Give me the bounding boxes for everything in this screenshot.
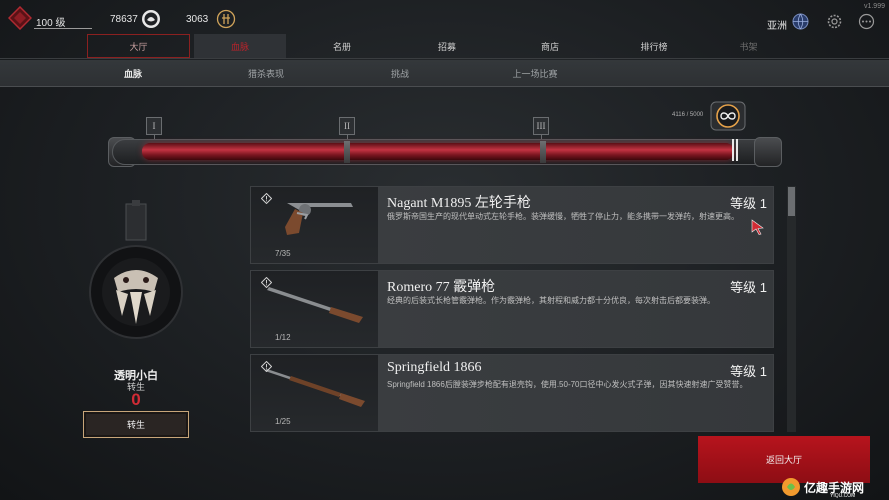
- prestige-count: 0: [131, 390, 141, 409]
- tab-leaderboard[interactable]: 排行榜: [604, 34, 704, 58]
- unlock-count: 1/25: [275, 417, 291, 426]
- tube-joint: [344, 141, 350, 163]
- scrollbar-thumb[interactable]: [788, 187, 795, 216]
- subtab-challenges[interactable]: 挑战: [370, 60, 430, 86]
- progress-readout: 4116 / 5000: [672, 112, 704, 118]
- stage-marker-1: I: [146, 117, 162, 135]
- weapon-description: 俄罗斯帝国生产的现代单动式左轮手枪。装弹缓慢，牺牲了停止力，能多携带一发弹药，射…: [387, 212, 739, 221]
- subtab-last-match[interactable]: 上一场比赛: [500, 60, 570, 86]
- version-label: v1.999: [863, 3, 885, 10]
- shotgun-icon: [267, 287, 363, 323]
- stage-marker-2: II: [339, 117, 355, 135]
- hunt-dollars-amount: 3063: [186, 14, 209, 25]
- weapon-description: 经典的后装式长枪管霰弹枪。作为霰弹枪，其射程和威力都十分优良，每次射击后都要装弹…: [387, 296, 715, 305]
- weapon-info: Romero 77 霰弹枪 等级 1 经典的后装式长枪管霰弹枪。作为霰弹枪，其射…: [378, 271, 773, 347]
- blood-drop-icon[interactable]: [141, 9, 161, 29]
- unlock-count: 7/35: [275, 249, 291, 258]
- weapon-info: Springfield 1866 等级 1 Springfield 1866后膛…: [378, 355, 773, 431]
- progress-marker-icon: [732, 139, 738, 161]
- sub-tabs: 血脉 猎杀表现 挑战 上一场比赛: [0, 60, 889, 86]
- tab-store[interactable]: 商店: [500, 34, 600, 58]
- rank-emblem-icon[interactable]: [8, 6, 32, 30]
- unlock-count: 1/12: [275, 333, 291, 342]
- tab-bloodline[interactable]: 血脉: [194, 34, 286, 58]
- tab-lobby[interactable]: 大厅: [87, 34, 190, 58]
- subtab-hunt-performance[interactable]: 猎杀表现: [230, 60, 302, 86]
- prestige-button[interactable]: 转生: [83, 411, 189, 438]
- weapon-thumbnail: 1/25: [251, 355, 378, 431]
- stage-marker-3: III: [533, 117, 549, 135]
- blood-bond-amount: 78637: [110, 14, 138, 25]
- list-item[interactable]: 7/35 Nagant M1895 左轮手枪 等级 1 俄罗斯帝国生产的现代单动…: [250, 186, 774, 264]
- weapon-thumbnail: 7/35: [251, 187, 378, 263]
- more-icon[interactable]: [858, 13, 875, 30]
- rifle-icon: [265, 369, 365, 407]
- watermark-url: YIQU.COM: [830, 493, 856, 499]
- list-item[interactable]: 1/25 Springfield 1866 等级 1 Springfield 1…: [250, 354, 774, 432]
- region-selector[interactable]: 亚洲: [767, 17, 787, 32]
- tube-joint: [540, 141, 546, 163]
- top-bar: 100 级 78637 3063 亚洲 v1.999: [0, 0, 889, 36]
- revolver-icon: [285, 203, 353, 235]
- bounty-token-icon[interactable]: [216, 9, 236, 29]
- weapon-name: Springfield 1866: [387, 360, 482, 375]
- weapon-name: Nagant M1895 左轮手枪: [387, 196, 531, 211]
- tab-recruit[interactable]: 招募: [398, 34, 496, 58]
- tab-book[interactable]: 书架: [706, 34, 791, 58]
- weapon-description: Springfield 1866后膛装弹步枪配有退壳钩，使用.50-70口径中心…: [387, 380, 748, 389]
- bloodline-emblem-icon: [89, 200, 183, 339]
- bloodline-progress: I II III 4116 / 5000: [108, 95, 784, 180]
- globe-icon[interactable]: [792, 13, 809, 30]
- infinity-icon[interactable]: [710, 99, 746, 133]
- unlock-info-icon: [261, 361, 272, 372]
- weapon-info: Nagant M1895 左轮手枪 等级 1 俄罗斯帝国生产的现代单动式左轮手枪…: [378, 187, 773, 263]
- level-progress-line: [34, 28, 92, 29]
- weapon-thumbnail: 1/12: [251, 271, 378, 347]
- progress-fill: [142, 143, 734, 160]
- mouse-cursor-icon: [751, 219, 764, 235]
- main-tabs: 大厅 血脉 名册 招募 商店 排行榜 书架: [80, 34, 889, 58]
- tab-roster[interactable]: 名册: [294, 34, 390, 58]
- player-level: 100 级: [36, 18, 66, 29]
- unlock-info-icon: [261, 193, 272, 204]
- subtab-bloodline[interactable]: 血脉: [100, 60, 166, 86]
- unlock-info-icon: [261, 277, 272, 288]
- list-item[interactable]: 1/12 Romero 77 霰弹枪 等级 1 经典的后装式长枪管霰弹枪。作为霰…: [250, 270, 774, 348]
- weapon-name: Romero 77 霰弹枪: [387, 280, 496, 295]
- tab-divider: [0, 58, 889, 59]
- unlock-list: 7/35 Nagant M1895 左轮手枪 等级 1 俄罗斯帝国生产的现代单动…: [250, 186, 774, 432]
- subtab-divider: [0, 86, 889, 87]
- tube-right-cap: [754, 137, 782, 167]
- settings-icon[interactable]: [826, 13, 843, 30]
- list-scrollbar[interactable]: [787, 186, 796, 432]
